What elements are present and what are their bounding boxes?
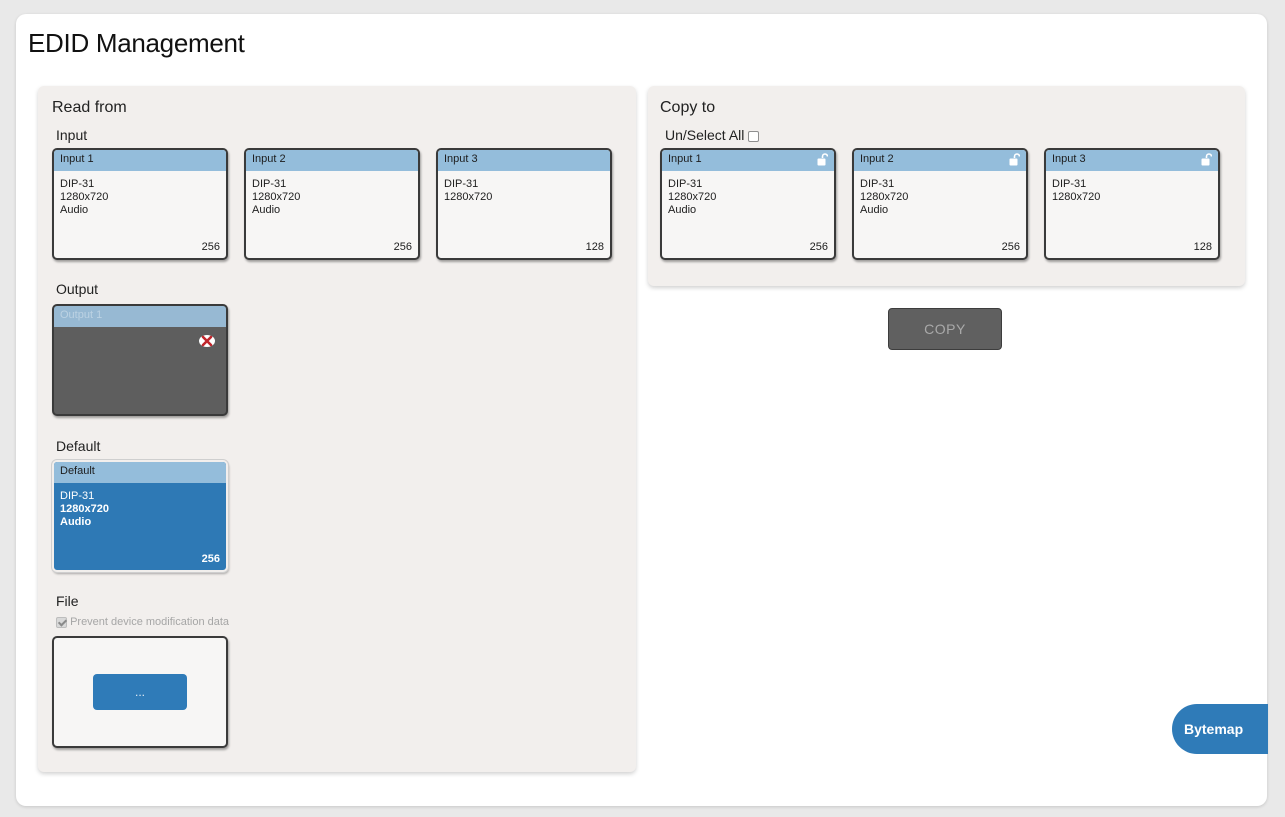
- copy-target-input-3-card[interactable]: Input 3 DIP-31 1280x720 128: [1044, 148, 1220, 260]
- card-header: Input 3: [1046, 150, 1218, 171]
- card-line: 1280x720: [60, 503, 109, 515]
- copy-to-panel: Copy to Un/Select All Input 1 DIP-31 128…: [648, 86, 1245, 286]
- card-size: 256: [809, 241, 828, 253]
- edid-management-page: EDID Management Read from Input Input 1 …: [16, 14, 1267, 806]
- read-input-2-card[interactable]: Input 2 DIP-31 1280x720 Audio 256: [244, 148, 420, 260]
- card-line: 1280x720: [252, 191, 301, 203]
- card-size: 256: [1001, 241, 1020, 253]
- card-header: Input 2: [246, 150, 418, 171]
- card-header: Output 1: [54, 306, 226, 327]
- read-default-card[interactable]: Default DIP-31 1280x720 Audio 256: [52, 460, 228, 572]
- card-line: DIP-31: [252, 178, 287, 190]
- card-body: DIP-31 1280x720 Audio: [662, 171, 834, 217]
- output-section-label: Output: [56, 281, 99, 297]
- card-line: Audio: [252, 204, 281, 216]
- card-body: DIP-31 1280x720 Audio: [54, 171, 226, 217]
- card-body: DIP-31 1280x720 Audio: [246, 171, 418, 217]
- unlock-icon[interactable]: [1009, 153, 1020, 166]
- card-line: 1280x720: [1052, 191, 1101, 203]
- prevent-modification-row: Prevent device modification data: [56, 616, 229, 628]
- prevent-modification-checkbox[interactable]: [56, 616, 67, 628]
- read-input-3-card[interactable]: Input 3 DIP-31 1280x720 128: [436, 148, 612, 260]
- card-header-label: Input 1: [668, 153, 702, 165]
- card-line: Audio: [60, 516, 92, 528]
- select-all-label: Un/Select All: [665, 127, 745, 143]
- prevent-modification-label: Prevent device modification data: [70, 616, 230, 628]
- bytemap-button[interactable]: Bytemap: [1172, 704, 1268, 754]
- read-from-panel: Read from Input Input 1 DIP-31 1280x720 …: [38, 86, 636, 772]
- card-line: DIP-31: [668, 178, 703, 190]
- card-line: DIP-31: [60, 490, 95, 502]
- card-header-label: Input 3: [1052, 153, 1086, 165]
- card-header: Input 1: [54, 150, 226, 171]
- card-line: 1280x720: [668, 191, 717, 203]
- read-from-title: Read from: [52, 99, 127, 116]
- copy-button[interactable]: COPY: [888, 308, 1002, 350]
- card-header-label: Input 2: [860, 153, 894, 165]
- card-header: Input 2: [854, 150, 1026, 171]
- copy-target-input-2-card[interactable]: Input 2 DIP-31 1280x720 Audio 256: [852, 148, 1028, 260]
- card-size: 256: [393, 241, 412, 253]
- input-section-label: Input: [56, 127, 88, 143]
- card-line: Audio: [60, 204, 89, 216]
- unlock-icon[interactable]: [817, 153, 828, 166]
- card-body: DIP-31 1280x720 Audio: [54, 483, 226, 529]
- card-size: 256: [201, 553, 220, 565]
- file-drop-box: ...: [52, 636, 228, 748]
- card-header: Input 1: [662, 150, 834, 171]
- default-section-label: Default: [56, 438, 101, 454]
- card-header: Input 3: [438, 150, 610, 171]
- browse-file-button[interactable]: ...: [93, 674, 187, 710]
- card-line: 1280x720: [444, 191, 493, 203]
- copy-target-input-1-card[interactable]: Input 1 DIP-31 1280x720 Audio 256: [660, 148, 836, 260]
- card-line: DIP-31: [860, 178, 895, 190]
- unlock-icon[interactable]: [1201, 153, 1212, 166]
- card-size: 256: [201, 241, 220, 253]
- error-x-icon: [199, 335, 215, 347]
- file-section-label: File: [56, 593, 79, 609]
- select-all-row: Un/Select All: [665, 127, 760, 143]
- page-title: EDID Management: [28, 28, 245, 58]
- card-body: DIP-31 1280x720: [1046, 171, 1218, 204]
- card-line: 1280x720: [60, 191, 109, 203]
- read-input-1-card[interactable]: Input 1 DIP-31 1280x720 Audio 256: [52, 148, 228, 260]
- select-all-checkbox[interactable]: [748, 130, 760, 142]
- copy-to-title: Copy to: [660, 99, 716, 116]
- card-size: 128: [585, 241, 604, 253]
- card-line: 1280x720: [860, 191, 909, 203]
- card-size: 128: [1193, 241, 1212, 253]
- card-line: DIP-31: [1052, 178, 1087, 190]
- card-line: DIP-31: [444, 178, 479, 190]
- card-line: Audio: [668, 204, 697, 216]
- read-output-1-card: Output 1: [52, 304, 228, 416]
- card-body: DIP-31 1280x720 Audio: [854, 171, 1026, 217]
- card-body: DIP-31 1280x720: [438, 171, 610, 204]
- card-line: Audio: [860, 204, 889, 216]
- card-line: DIP-31: [60, 178, 95, 190]
- card-header: Default: [54, 462, 226, 483]
